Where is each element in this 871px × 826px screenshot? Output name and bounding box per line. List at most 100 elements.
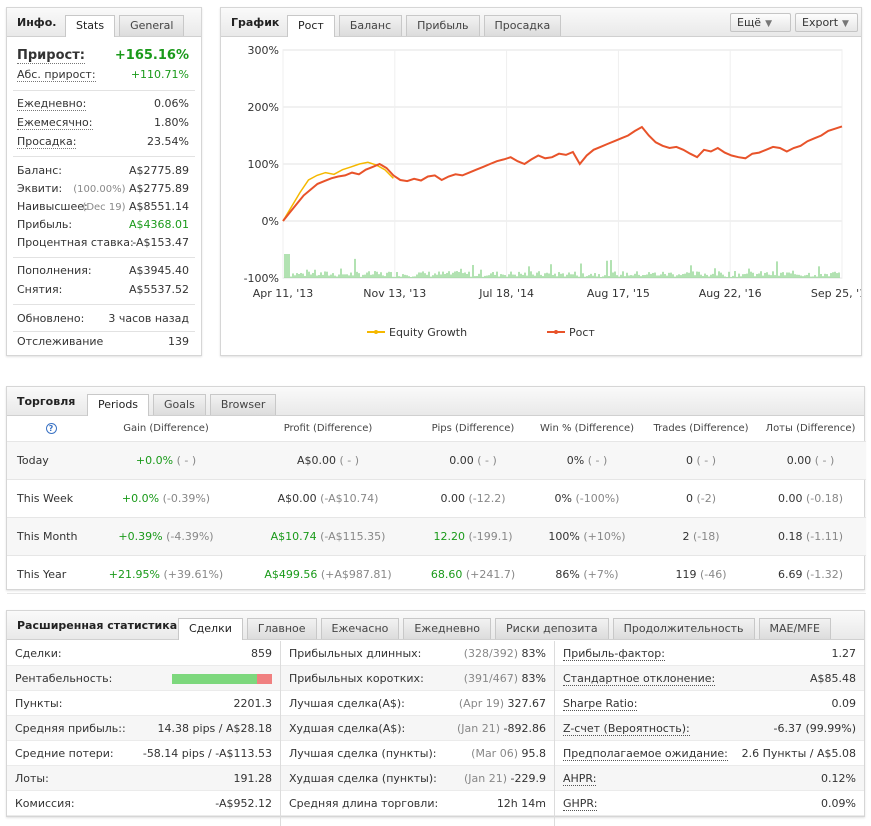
tab-deposit-risk[interactable]: Риски депозита <box>495 618 609 639</box>
stat-row: Рентабельность: <box>7 666 280 691</box>
help-icon[interactable]: ? <box>45 423 57 435</box>
pips-value: 0.00 <box>449 453 474 467</box>
stat-value: 191.28 <box>233 772 273 785</box>
tab-browser[interactable]: Browser <box>209 394 277 415</box>
tab-daily[interactable]: Ежедневно <box>403 618 491 639</box>
cell-lots: 0.00 ( - ) <box>755 441 866 480</box>
more-button[interactable]: Ещё ▼ <box>730 13 791 32</box>
stat-row: Прибыльных длинных: (328/392) 83% <box>281 641 554 666</box>
chart-panel: График Рост Баланс Прибыль Просадка Ещё ▼… <box>220 7 862 356</box>
tab-main[interactable]: Главное <box>246 618 317 639</box>
export-button[interactable]: Export ▼ <box>795 13 858 32</box>
win-difference: (+7%) <box>583 567 619 581</box>
stat-row: Z-счет (Вероятность): -6.37 (99.99%) <box>555 716 864 741</box>
legend-marker <box>374 330 378 334</box>
pips-difference: (-199.1) <box>468 529 513 543</box>
profitability-bar <box>172 674 272 684</box>
stat-label: Худшая сделка(A$): <box>289 722 406 735</box>
lots-difference: (-0.18) <box>805 491 844 505</box>
tab-growth[interactable]: Рост <box>287 15 335 37</box>
daily-row: Ежедневно: 0.06% <box>17 97 189 113</box>
stat-label[interactable]: Sharpe Ratio: <box>563 697 638 711</box>
gain-label[interactable]: Прирост: <box>17 48 85 64</box>
lots-value: 0.18 <box>777 529 803 543</box>
tab-periods[interactable]: Periods <box>87 394 150 416</box>
stat-label[interactable]: Прибыль-фактор: <box>563 647 665 661</box>
stat-value: -892.86 <box>503 722 546 735</box>
pips-difference: ( - ) <box>477 453 497 467</box>
table-row: This Week +0.0% (-0.39%) A$0.00 (-A$10.74)… <box>7 479 866 518</box>
tab-profit[interactable]: Прибыль <box>406 15 480 36</box>
growth-chart[interactable]: 300% 200% 100% 0% -100% Apr 11, '13 Nov 13, '1… <box>221 38 861 356</box>
profit-value: A$4368.01 <box>128 218 189 231</box>
stat-label[interactable]: GHPR: <box>563 797 598 811</box>
table-row: This Year +21.95% (+39.61%) A$499.56 (+A$9… <box>7 555 866 594</box>
cell-lots: 0.00 (-0.18) <box>755 479 866 518</box>
tab-mae-mfe[interactable]: MAE/MFE <box>758 618 831 639</box>
y-tick-label: 100% <box>248 158 279 171</box>
cell-profit: A$0.00 ( - ) <box>237 441 419 480</box>
deposits-value: A$3945.40 <box>128 264 189 277</box>
info-panel: Инфо. Stats General Прирост: +165.16% Аб… <box>6 7 202 356</box>
lots-difference: ( - ) <box>814 453 835 467</box>
abs-gain-label[interactable]: Абс. прирост: <box>17 68 96 82</box>
gain-value: +0.0% <box>121 491 160 505</box>
daily-label[interactable]: Ежедневно: <box>17 97 87 111</box>
profitability-bar-fill <box>172 674 257 684</box>
cell-lots: 0.18 (-1.11) <box>755 517 866 556</box>
stat-label[interactable]: AHPR: <box>563 772 597 786</box>
profit-value: A$499.56 <box>264 567 318 581</box>
stat-value: 327.67 <box>507 697 547 710</box>
stat-note: (Apr 19) <box>458 697 504 710</box>
stat-row: Лучшая сделка (пункты): (Mar 06) 95.8 <box>281 741 554 766</box>
tab-drawdown[interactable]: Просадка <box>483 15 562 36</box>
x-tick-label: Nov 13, '13 <box>363 287 426 300</box>
stat-note: (Mar 06) <box>471 747 518 760</box>
drawdown-label[interactable]: Просадка: <box>17 135 77 149</box>
withdrawals-value: A$5537.52 <box>128 283 189 296</box>
lots-value: 6.69 <box>777 567 803 581</box>
equity-note: (100.00%) <box>73 184 126 195</box>
abs-gain-row: Абс. прирост: +110.71% <box>17 68 189 84</box>
stat-label: Средняя прибыль:: <box>15 722 126 735</box>
cell-profit: A$10.74 (-A$115.35) <box>237 517 419 556</box>
lots-value: 0.00 <box>777 491 803 505</box>
stat-label: Пункты: <box>15 697 63 710</box>
profit-row: Прибыль: A$4368.01 <box>17 218 189 234</box>
monthly-label[interactable]: Ежемесячно: <box>17 116 93 130</box>
cell-win: 100% (+10%) <box>527 517 647 556</box>
interest-value: -A$153.47 <box>132 236 189 249</box>
x-tick-label: Aug 17, '15 <box>587 287 650 300</box>
tab-hourly[interactable]: Ежечасно <box>320 618 400 639</box>
x-tick-label: Apr 11, '13 <box>253 287 314 300</box>
stat-label[interactable]: Стандартное отклонение: <box>563 672 716 686</box>
stat-row: Прибыль-фактор: 1.27 <box>555 641 864 666</box>
stat-value: 95.8 <box>521 747 547 760</box>
stat-value: 83% <box>521 647 546 660</box>
win-difference: (-100%) <box>575 491 620 505</box>
stat-label: Прибыльных длинных: <box>289 647 422 660</box>
stat-label: Лоты: <box>15 772 49 785</box>
profit-value: A$0.00 <box>277 491 317 505</box>
legend-label-equity-growth[interactable]: Equity Growth <box>389 326 467 339</box>
stat-row: Средняя длина торговли: 12h 14m <box>281 791 554 816</box>
cell-pips: 68.60 (+241.7) <box>419 555 527 594</box>
cell-gain: +0.0% ( - ) <box>95 441 237 480</box>
monthly-value: 1.80% <box>154 116 189 129</box>
y-tick-label: 200% <box>248 101 279 114</box>
legend-label-growth[interactable]: Рост <box>569 326 595 339</box>
tab-duration[interactable]: Продолжительность <box>612 618 755 639</box>
tab-stats[interactable]: Stats <box>65 15 116 37</box>
tab-general[interactable]: General <box>119 15 185 36</box>
y-tick-label: 300% <box>248 44 279 57</box>
tab-goals[interactable]: Goals <box>153 394 206 415</box>
tab-trades[interactable]: Сделки <box>178 618 243 640</box>
cell-gain: +21.95% (+39.61%) <box>95 555 237 594</box>
equity-value: A$2775.89 <box>128 182 189 195</box>
stat-label[interactable]: Z-счет (Вероятность): <box>563 722 690 736</box>
cell-win: 0% ( - ) <box>527 441 647 480</box>
stat-label[interactable]: Предполагаемое ожидание: <box>563 747 728 761</box>
tab-balance[interactable]: Баланс <box>338 15 403 36</box>
gain-difference: (-4.39%) <box>166 529 214 543</box>
tracking-label[interactable]: Отслеживание <box>17 335 103 348</box>
